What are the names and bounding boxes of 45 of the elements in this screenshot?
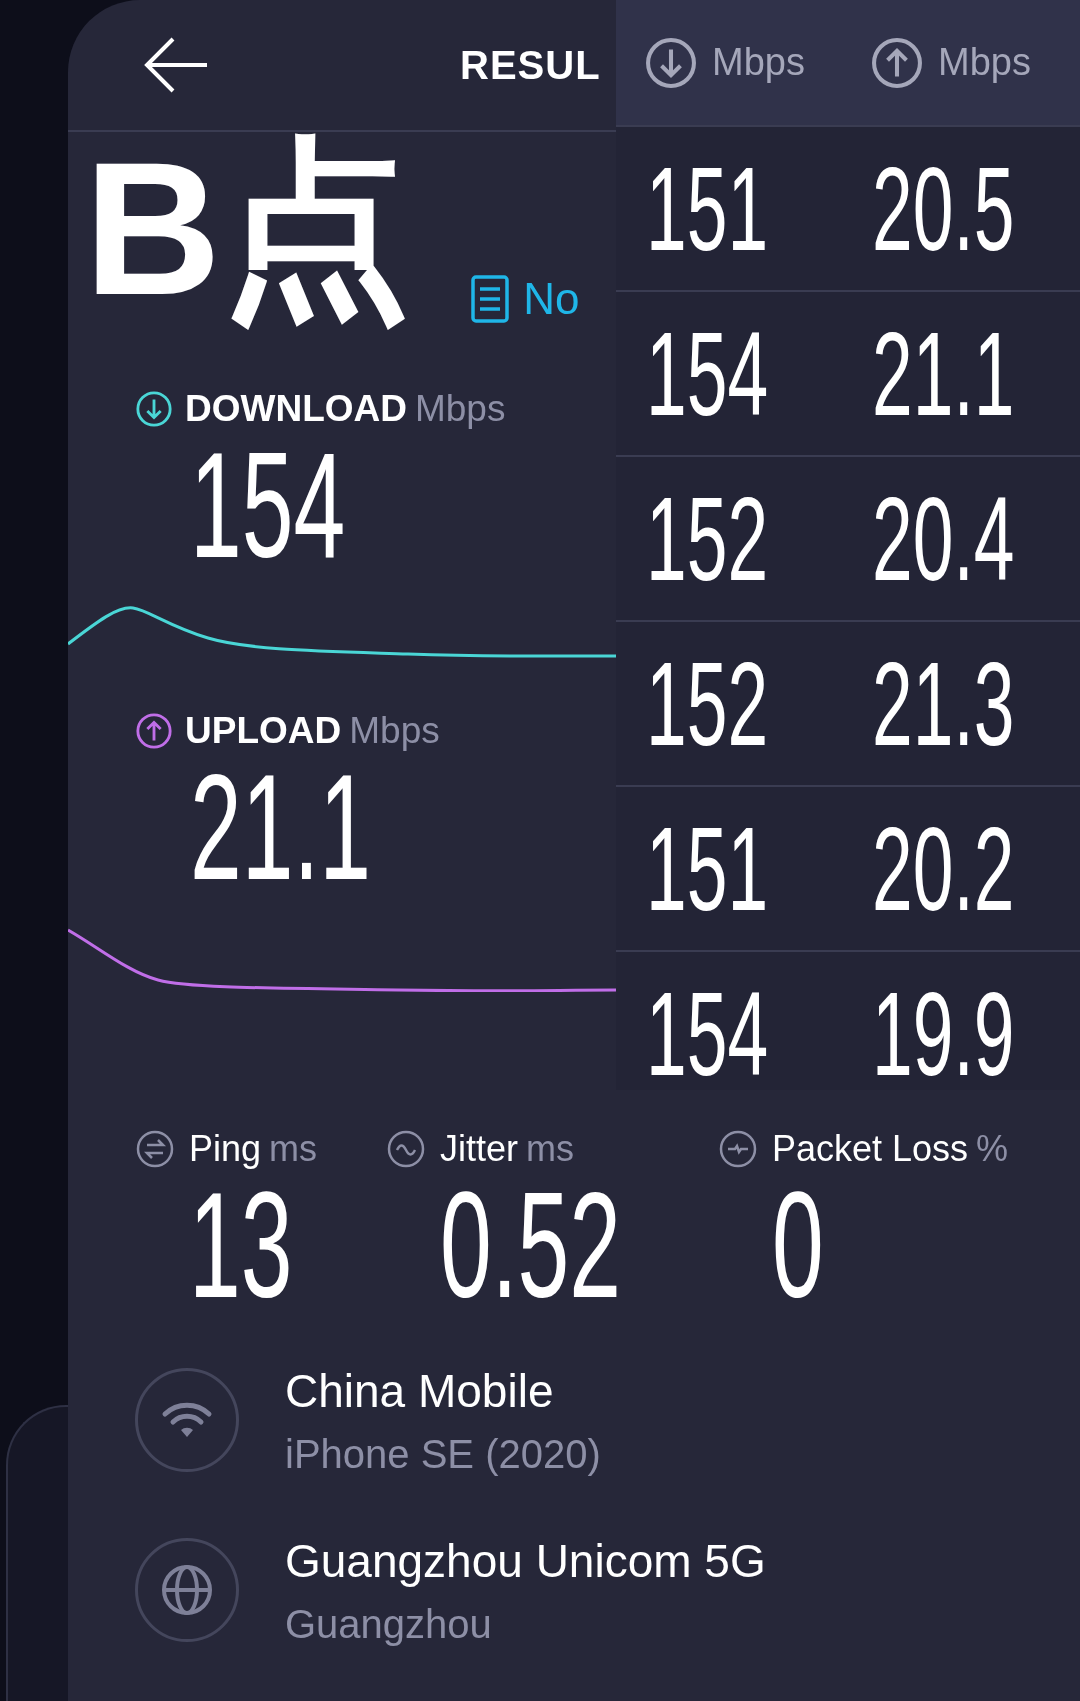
metric-value: 0.52: [440, 1170, 621, 1320]
upload-icon: [870, 35, 924, 90]
table-cell: 154: [646, 974, 769, 1090]
ping-icon: [135, 1129, 175, 1169]
table-cell: 151: [646, 149, 769, 268]
download-icon: [135, 390, 173, 428]
connection-detail: iPhone SE (2020): [285, 1431, 601, 1477]
note-link[interactable]: No: [471, 274, 580, 324]
document-icon: [471, 275, 510, 323]
metric-unit: ms: [269, 1128, 318, 1170]
download-value: 154: [190, 430, 346, 580]
metric-unit: %: [976, 1128, 1009, 1170]
table-cell: 151: [646, 809, 769, 928]
upload-icon: [135, 712, 173, 750]
overlay-title: B点: [84, 121, 412, 336]
upload-unit: Mbps: [349, 710, 440, 752]
table-cell: 152: [646, 479, 769, 598]
jitter-icon: [386, 1129, 426, 1169]
table-cell: 154: [646, 314, 769, 433]
table-cell: 152: [646, 644, 769, 763]
connection-detail: Guangzhou: [285, 1601, 493, 1647]
packet-loss-icon: [718, 1129, 758, 1169]
connection-name: Guangzhou Unicom 5G: [285, 1533, 766, 1588]
metric-label: Jitter: [440, 1128, 518, 1170]
download-unit: Mbps: [414, 388, 506, 430]
table-cell: 21.1: [872, 314, 1015, 433]
globe-icon: [160, 1563, 214, 1617]
metric-value: 13: [189, 1170, 293, 1320]
upload-label: UPLOAD: [185, 710, 342, 752]
table-cell: 21.3: [872, 644, 1015, 763]
metric-label: Ping: [189, 1128, 262, 1170]
upload-value: 21.1: [190, 752, 371, 902]
metric-unit: ms: [526, 1128, 574, 1170]
table-cell: 19.9: [872, 974, 1015, 1090]
download-label: DOWNLOAD: [185, 388, 407, 430]
table-cell: 20.2: [872, 809, 1015, 928]
connection-name: China Mobile: [285, 1363, 555, 1418]
metric-value: 0: [772, 1170, 824, 1320]
screen-title: RESUL: [460, 42, 601, 88]
table-cell: 20.4: [872, 479, 1015, 598]
download-icon: [644, 35, 698, 90]
table-cell: 20.5: [872, 149, 1015, 268]
column-unit: Mbps: [712, 41, 805, 84]
metric-label: Packet Loss: [772, 1128, 969, 1170]
column-unit: Mbps: [938, 41, 1031, 84]
